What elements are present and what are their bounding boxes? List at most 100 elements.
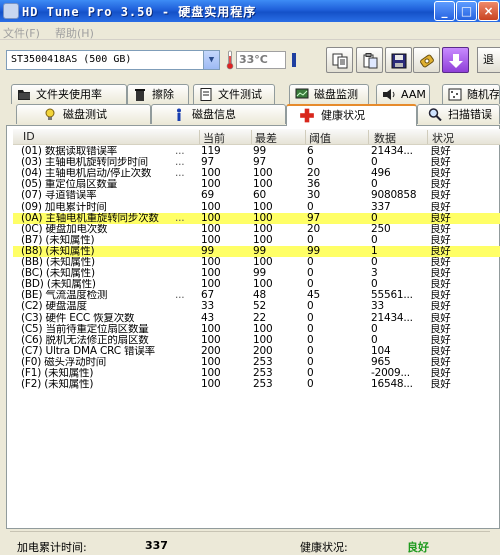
column-header-threshold[interactable]: 阈值 xyxy=(309,130,331,146)
table-row[interactable]: (BE) 气流温度检测 67 48 45 55561... 良好... xyxy=(13,290,500,301)
smart-table-header: ID 当前 最差 阈值 数据 状况 xyxy=(13,129,500,145)
raw-data: 0 xyxy=(371,157,378,169)
table-row[interactable]: (F1) (未知属性) 100 253 0 -2009... 良好 xyxy=(13,368,500,379)
table-row[interactable]: (05) 重定位扇区数量 100 100 36 0 良好 xyxy=(13,179,500,190)
tab-info[interactable]: 磁盘信息 xyxy=(151,104,286,124)
tab-disk-monitor[interactable]: 磁盘监测 xyxy=(289,84,369,104)
worst-value: 253 xyxy=(253,356,273,368)
copy-info-button[interactable] xyxy=(326,47,353,73)
table-row[interactable]: (C6) 脱机无法修正的扇区数 100 100 0 0 良好 xyxy=(13,335,500,346)
table-row[interactable]: (B7) (未知属性) 100 100 0 0 良好 xyxy=(13,235,500,246)
table-row[interactable]: (C3) 硬件 ECC 恢复次数 43 22 0 21434... 良好 xyxy=(13,313,500,324)
table-row[interactable]: (B8) (未知属性) 99 99 99 1 良好 xyxy=(13,245,500,257)
table-row[interactable]: (C5) 当前待重定位扇区数量 100 100 0 0 良好 xyxy=(13,324,500,335)
table-row[interactable]: (C2) 硬盘温度 33 52 0 33 良好 xyxy=(13,301,500,312)
table-row[interactable]: (01) 数据读取错误率 119 99 6 21434... 良好... xyxy=(13,146,500,157)
window-title: HD Tune Pro 3.50 - 硬盘实用程序 xyxy=(22,5,257,19)
trash-icon xyxy=(135,89,145,101)
menu-file[interactable]: 文件(F) xyxy=(3,25,40,41)
column-header-status[interactable]: 状况 xyxy=(432,130,454,146)
worst-value: 100 xyxy=(253,223,273,235)
status-value: 良好 xyxy=(430,168,451,180)
tab-label: 健康状况 xyxy=(321,109,365,122)
status-value: 良好 xyxy=(430,201,451,213)
attribute-name: (B8) (未知属性) xyxy=(21,245,95,257)
column-divider[interactable] xyxy=(305,130,306,144)
column-divider[interactable] xyxy=(199,130,200,144)
table-row[interactable]: (0A) 主轴电机重旋转同步次数 100 100 97 0 良好... xyxy=(13,212,500,224)
menu-help[interactable]: 帮助(H) xyxy=(55,25,94,41)
download-button[interactable] xyxy=(442,47,469,73)
attribute-name: (F2) (未知属性) xyxy=(21,379,94,391)
tab-random-access[interactable]: 随机存 xyxy=(442,84,500,104)
table-row[interactable]: (09) 加电累计时间 100 100 0 337 良好 xyxy=(13,202,500,213)
speaker-icon xyxy=(383,89,395,100)
column-divider[interactable] xyxy=(368,130,369,144)
tab-health[interactable]: 健康状况 xyxy=(286,104,417,126)
tab-label: 擦除 xyxy=(152,88,174,101)
drive-select-value: ST3500418AS (500 GB) xyxy=(11,54,132,65)
file-icon xyxy=(200,88,212,101)
current-value: 100 xyxy=(201,268,221,280)
attribute-name: (BB) (未知属性) xyxy=(21,257,95,268)
current-value: 100 xyxy=(201,356,221,368)
table-row[interactable]: (C7) Ultra DMA CRC 错误率 200 200 0 104 良好 xyxy=(13,346,500,357)
table-row[interactable]: (04) 主轴电机启动/停止次数 100 100 20 496 良好... xyxy=(13,168,500,179)
worst-value: 97 xyxy=(253,157,266,169)
tab-error-scan[interactable]: 扫描错误 xyxy=(417,104,500,124)
title-bar[interactable]: HD Tune Pro 3.50 - 硬盘实用程序 _ □ × xyxy=(0,0,500,22)
truncation-dots: ... xyxy=(175,167,185,180)
table-row[interactable]: (BB) (未知属性) 100 100 0 0 良好 xyxy=(13,257,500,268)
temperature-bar xyxy=(292,53,296,67)
table-row[interactable]: (F0) 磁头浮动时间 100 253 0 965 良好 xyxy=(13,357,500,368)
worst-value: 100 xyxy=(253,334,273,346)
threshold-value: 0 xyxy=(307,312,314,324)
column-header-worst[interactable]: 最差 xyxy=(255,130,277,146)
drive-select[interactable]: ST3500418AS (500 GB) ▼ xyxy=(6,50,220,70)
monitor-icon xyxy=(295,88,309,99)
table-row[interactable]: (BD) (未知属性) 100 100 0 0 良好 xyxy=(13,279,500,290)
column-divider[interactable] xyxy=(251,130,252,144)
table-row[interactable]: (BC) (未知属性) 100 99 0 3 良好 xyxy=(13,268,500,279)
chevron-down-icon[interactable]: ▼ xyxy=(203,51,219,69)
current-value: 43 xyxy=(201,312,214,324)
table-row[interactable]: (07) 寻道错误率 69 60 30 9080858 良好 xyxy=(13,190,500,201)
tab-aam[interactable]: AAM xyxy=(376,84,430,104)
random-icon xyxy=(448,88,462,101)
column-header-current[interactable]: 当前 xyxy=(203,130,225,146)
column-divider[interactable] xyxy=(427,130,428,144)
current-value: 67 xyxy=(201,290,214,302)
close-button[interactable]: × xyxy=(478,1,499,21)
status-value: 良好 xyxy=(430,279,451,291)
column-header-id[interactable]: ID xyxy=(23,130,35,143)
column-header-data[interactable]: 数据 xyxy=(374,130,396,146)
tab-label: AAM xyxy=(401,88,426,101)
maximize-button[interactable]: □ xyxy=(456,1,477,21)
worst-value: 48 xyxy=(253,290,266,302)
current-value: 69 xyxy=(201,190,214,202)
threshold-value: 0 xyxy=(307,323,314,335)
truncation-dots: ... xyxy=(175,289,185,302)
exit-button[interactable]: 退 xyxy=(477,47,500,73)
attribute-name: (F1) (未知属性) xyxy=(21,368,94,379)
table-row[interactable]: (0C) 硬盘加电次数 100 100 20 250 良好 xyxy=(13,224,500,235)
minimize-button[interactable]: _ xyxy=(434,1,455,21)
tab-benchmark[interactable]: 磁盘测试 xyxy=(16,104,151,124)
worst-value: 100 xyxy=(253,323,273,335)
tab-erase[interactable]: 擦除 xyxy=(127,84,189,104)
raw-data: 104 xyxy=(371,345,391,357)
status-value: 良好 xyxy=(430,312,451,324)
tab-folder-usage[interactable]: 文件夹使用率 xyxy=(11,84,127,104)
worst-value: 253 xyxy=(253,368,273,379)
status-value: 良好 xyxy=(430,157,451,169)
copy-screenshot-button[interactable] xyxy=(356,47,383,73)
raw-data: 33 xyxy=(371,301,384,313)
tab-file-benchmark[interactable]: 文件测试 xyxy=(193,84,275,104)
table-row[interactable]: (03) 主轴电机旋转同步时间 97 97 0 0 良好... xyxy=(13,157,500,168)
table-row[interactable]: (F2) (未知属性) 100 253 0 16548... 良好 xyxy=(13,379,500,390)
threshold-value: 0 xyxy=(307,356,314,368)
bulb-icon xyxy=(45,108,55,120)
options-button[interactable] xyxy=(413,47,440,73)
save-button[interactable] xyxy=(385,47,412,73)
current-value: 99 xyxy=(201,245,214,257)
